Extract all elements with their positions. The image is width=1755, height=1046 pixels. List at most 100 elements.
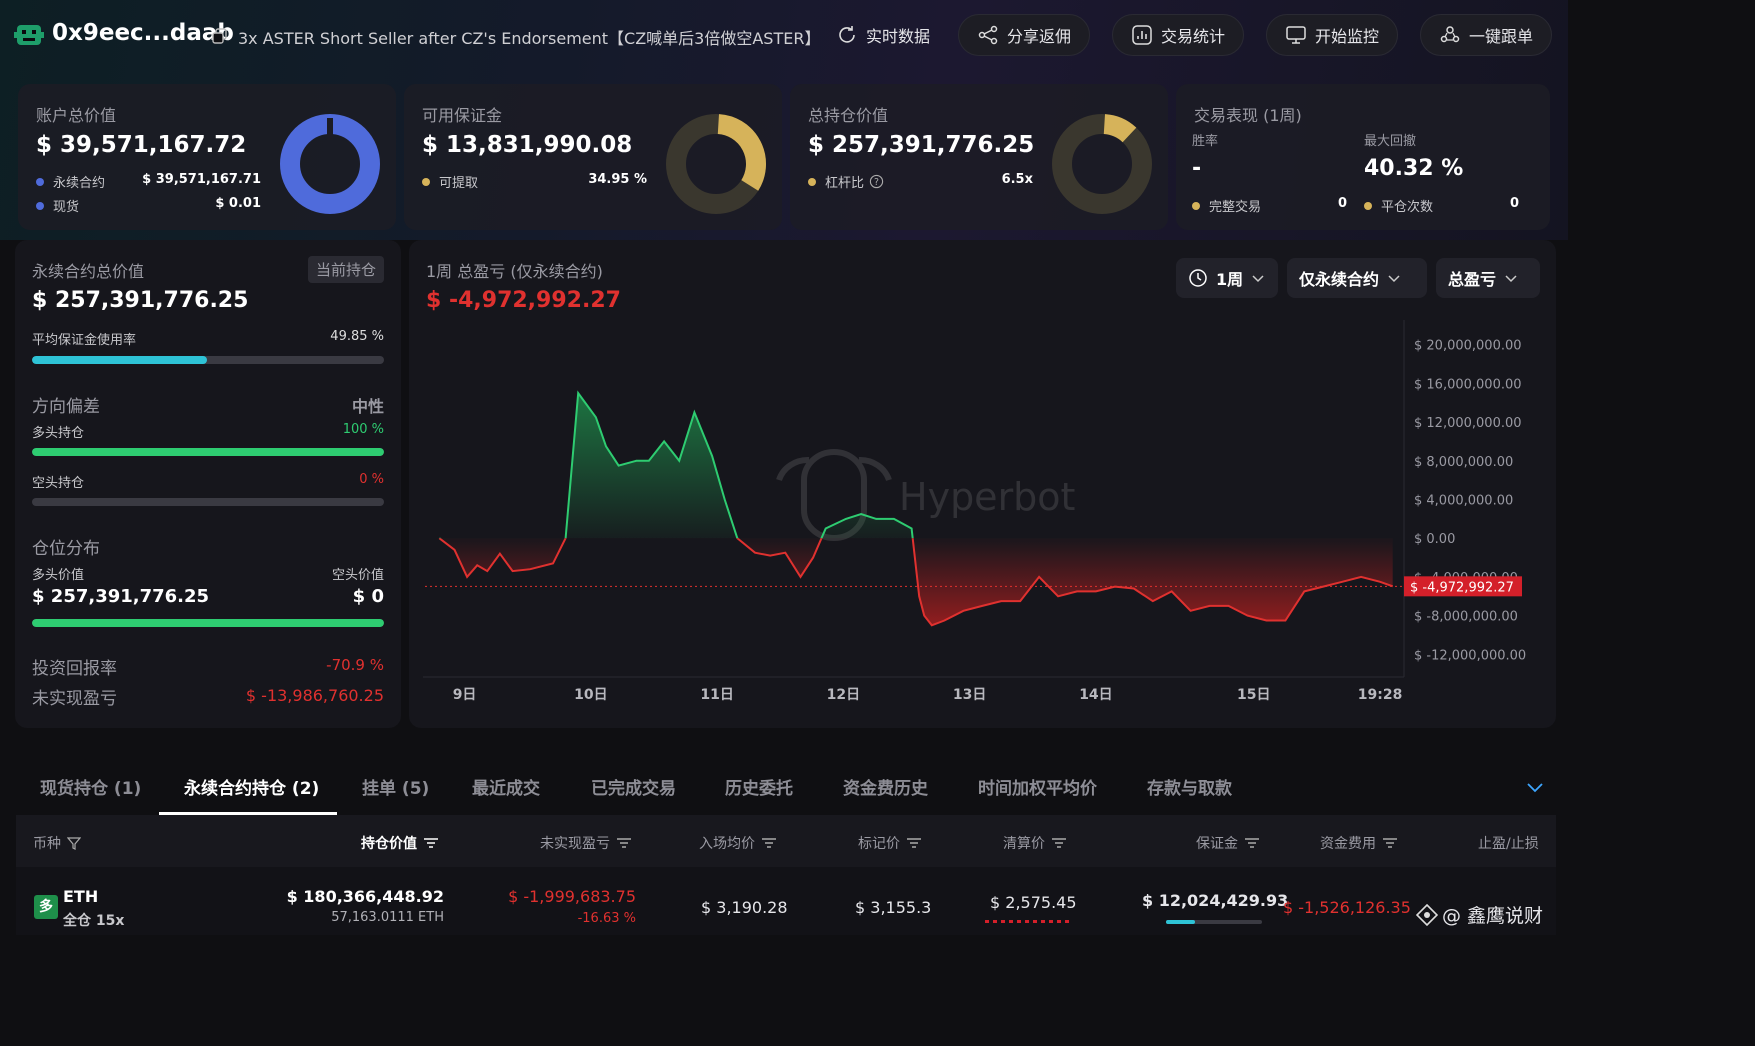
tab-twap[interactable]: 时间加权平均价 <box>978 774 1097 799</box>
col-tp-sl: 止盈/止损 <box>1478 833 1539 853</box>
diamond-icon <box>1416 903 1438 926</box>
stats-icon <box>1132 25 1152 45</box>
bottom-watermark: @ 鑫鹰说财 <box>1416 901 1543 928</box>
col-position-value[interactable]: 持仓价值 <box>361 833 439 853</box>
coin-symbol[interactable]: ETH <box>63 887 98 906</box>
col-liq-price-label: 清算价 <box>1003 836 1045 852</box>
close-count-value: 0 <box>1510 196 1520 211</box>
start-monitor-label: 开始监控 <box>1315 27 1380 46</box>
spot-row: 现货 <box>36 196 79 215</box>
pnl-area-chart[interactable]: Hyperbot $ 20,000,000.00 $ 16,000,000.00 $… <box>409 240 1556 728</box>
short-position-bar <box>32 498 384 506</box>
perp-total-label: 永续合约总价值 <box>32 262 145 281</box>
filter-icon[interactable] <box>67 836 81 850</box>
share-rebate-button[interactable]: 分享返佣 <box>958 14 1091 56</box>
monitor-icon <box>1286 26 1306 44</box>
account-value: $ 39,571,167.72 <box>36 132 247 158</box>
table-header: 币种 持仓价值 未实现盈亏 入场均价 标记价 清算价 保证金 资金费用 止盈/止… <box>16 815 1556 867</box>
liquidation-price: $ 2,575.45 <box>990 893 1077 912</box>
col-entry-price[interactable]: 入场均价 <box>699 833 777 853</box>
margin-indicator <box>1166 920 1262 924</box>
margin-donut-chart <box>666 114 766 214</box>
entry-price: $ 3,190.28 <box>701 898 788 917</box>
position-donut-arc <box>1103 114 1137 143</box>
short-position-label: 空头持仓 <box>32 476 85 491</box>
sort-icon <box>762 838 776 848</box>
long-position-label: 多头持仓 <box>32 426 85 441</box>
position-size: 57,163.0111 ETH <box>331 910 444 925</box>
y-tick-label: $ 20,000,000.00 <box>1414 339 1522 354</box>
realtime-data-button[interactable]: 实时数据 <box>818 14 948 56</box>
share-icon <box>978 25 998 45</box>
max-drawdown-label: 最大回撤 <box>1364 134 1417 149</box>
margin-usage-value: 49.85 % <box>330 329 384 344</box>
trade-stats-button[interactable]: 交易统计 <box>1112 14 1245 56</box>
margin-donut-arc <box>717 114 766 191</box>
watermark-text: Hyperbot <box>899 475 1075 519</box>
col-unrealized-pnl[interactable]: 未实现盈亏 <box>540 833 632 853</box>
long-position-bar-fill <box>32 448 384 456</box>
col-liq-price[interactable]: 清算价 <box>1003 833 1067 853</box>
y-tick-label: $ 0.00 <box>1414 532 1455 547</box>
tab-recent-fills[interactable]: 最近成交 <box>472 774 540 799</box>
help-icon[interactable]: ? <box>869 174 884 189</box>
col-funding[interactable]: 资金费用 <box>1320 833 1398 853</box>
share-rebate-label: 分享返佣 <box>1007 27 1072 46</box>
tab-funding-history[interactable]: 资金费历史 <box>843 774 928 799</box>
svg-text:$ -4,972,992.27: $ -4,972,992.27 <box>1410 580 1514 595</box>
y-tick-label: $ 16,000,000.00 <box>1414 377 1522 392</box>
col-mark-price[interactable]: 标记价 <box>858 833 922 853</box>
tab-deposits-withdrawals[interactable]: 存款与取款 <box>1147 774 1232 799</box>
distribution-bar <box>32 619 384 627</box>
copy-icon[interactable] <box>212 28 228 44</box>
col-tp-sl-label: 止盈/止损 <box>1478 836 1539 852</box>
chevron-down-icon[interactable] <box>1526 778 1544 796</box>
x-tick-label: 12日 <box>827 687 860 703</box>
y-tick-label: $ 4,000,000.00 <box>1414 494 1513 509</box>
available-margin-card: 可用保证金 $ 13,831,990.08 可提取 34.95 % <box>404 84 782 230</box>
winrate-label: 胜率 <box>1192 134 1219 149</box>
col-mark-price-label: 标记价 <box>858 836 900 852</box>
x-tick-label: 14日 <box>1079 687 1112 703</box>
copy-trade-button[interactable]: 一键跟单 <box>1420 14 1553 56</box>
margin-usage-label: 平均保证金使用率 <box>32 333 137 348</box>
col-coin[interactable]: 币种 <box>33 833 81 853</box>
col-margin[interactable]: 保证金 <box>1196 833 1260 853</box>
x-tick-label: 15日 <box>1237 687 1270 703</box>
max-drawdown-value: 40.32 % <box>1364 156 1464 181</box>
sort-icon <box>1052 838 1066 848</box>
tab-order-history[interactable]: 历史委托 <box>725 774 793 799</box>
tab-completed-trades[interactable]: 已完成交易 <box>591 774 676 799</box>
completed-trades-value: 0 <box>1338 196 1348 211</box>
sort-icon <box>907 838 921 848</box>
unrealized-pnl: $ -1,999,683.75 <box>508 887 636 906</box>
y-axis: $ 20,000,000.00 $ 16,000,000.00 $ 12,000,0… <box>1403 320 1526 677</box>
trader-title: 3x ASTER Short Seller after CZ's Endorse… <box>238 29 821 48</box>
current-position-badge[interactable]: 当前持仓 <box>307 256 384 283</box>
total-position-label: 总持仓价值 <box>808 106 889 125</box>
leverage-row: 杠杆比 ? <box>808 172 884 191</box>
tab-open-orders[interactable]: 挂单 (5) <box>362 774 429 799</box>
withdrawable-value: 34.95 % <box>588 172 647 187</box>
position-value: $ 180,366,448.92 <box>286 887 444 906</box>
sort-icon <box>617 838 631 848</box>
spot-value: $ 0.01 <box>215 196 261 211</box>
table-row[interactable]: 多 ETH 全仓 15x $ 180,366,448.92 57,163.011… <box>16 867 1556 935</box>
start-monitor-button[interactable]: 开始监控 <box>1266 14 1399 56</box>
unrealized-pnl-pct: -16.63 % <box>577 911 636 926</box>
col-entry-price-label: 入场均价 <box>699 836 755 852</box>
perp-total-value: $ 257,391,776.25 <box>32 288 249 313</box>
x-tick-label: 13日 <box>953 687 986 703</box>
x-tick-label: 10日 <box>574 687 607 703</box>
realtime-data-label: 实时数据 <box>866 27 931 46</box>
copy-trade-label: 一键跟单 <box>1469 27 1534 46</box>
col-position-value-label: 持仓价值 <box>361 836 417 852</box>
tab-perp-holdings[interactable]: 永续合约持仓 (2) <box>184 774 319 799</box>
direction-bias-value: 中性 <box>351 397 384 416</box>
leverage-value: 6.5x <box>1001 172 1033 187</box>
unrealized-pnl-label: 未实现盈亏 <box>32 689 117 709</box>
total-position-value: $ 257,391,776.25 <box>808 132 1035 158</box>
distribution-bar-fill <box>32 619 384 627</box>
y-tick-label: $ -12,000,000.00 <box>1414 648 1526 663</box>
tab-spot-holdings[interactable]: 现货持仓 (1) <box>40 774 141 799</box>
